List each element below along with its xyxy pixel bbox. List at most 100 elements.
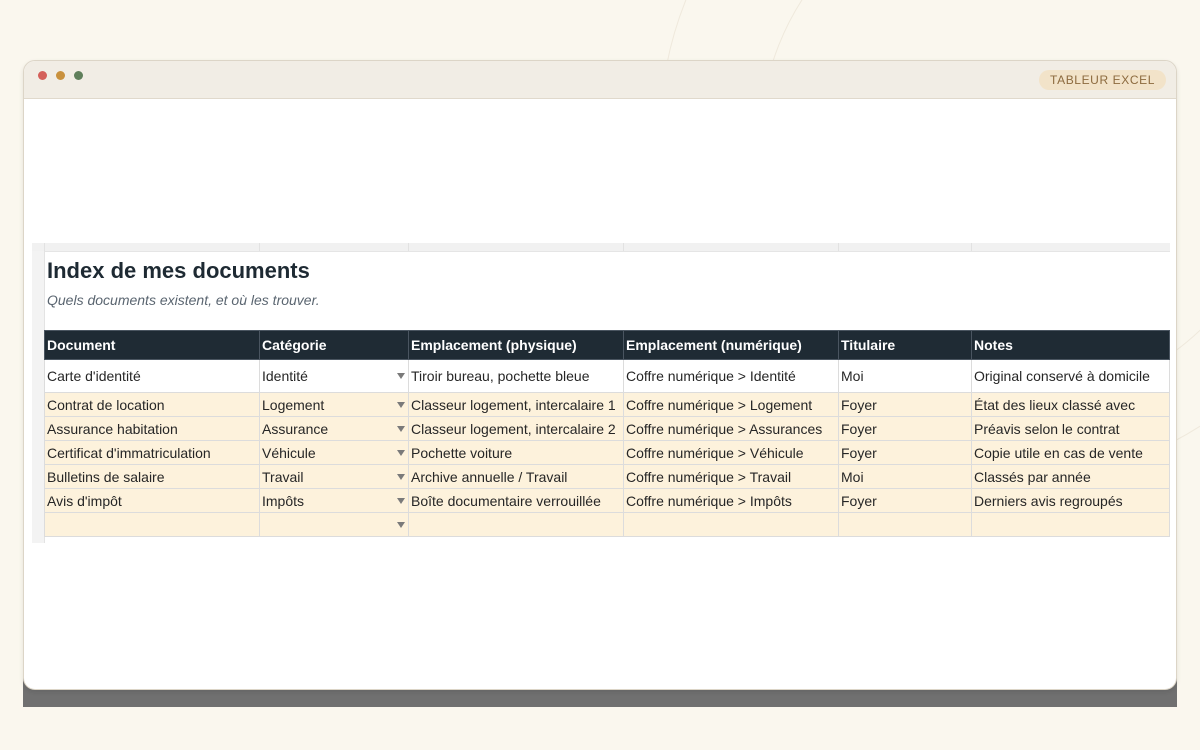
table-row: Avis d'impôt Impôts Boîte documentaire ver… (44, 488, 1170, 513)
title-bar: TABLEUR EXCEL (24, 61, 1176, 99)
dropdown-arrow-icon[interactable] (397, 521, 405, 528)
cell-digital-location[interactable]: Coffre numérique > Véhicule (623, 440, 839, 465)
cell-physical-location[interactable] (408, 512, 624, 537)
column-header-document[interactable]: Document (44, 330, 260, 360)
cell-category[interactable]: Identité (259, 359, 409, 393)
cell-physical-location[interactable]: Tiroir bureau, pochette bleue (408, 359, 624, 393)
cell-notes[interactable]: Copie utile en cas de vente (971, 440, 1170, 465)
cell-value: Moi (841, 368, 864, 384)
cell-holder[interactable]: Foyer (838, 440, 972, 465)
cell-physical-location[interactable]: Classeur logement, intercalaire 1 (408, 392, 624, 417)
minimize-window-button[interactable] (56, 71, 65, 80)
cell-value: Foyer (841, 492, 877, 509)
app-window: TABLEUR EXCEL Index de mes documents Que… (23, 60, 1177, 690)
cell-document[interactable]: Contrat de location (44, 392, 260, 417)
cell-value: Coffre numérique > Assurances (626, 420, 823, 437)
cell-value: Tiroir bureau, pochette bleue (411, 368, 590, 384)
column-header-category[interactable]: Catégorie (259, 330, 409, 360)
cell-holder[interactable]: Foyer (838, 488, 972, 513)
cell-value: Pochette voiture (411, 444, 513, 461)
cell-holder[interactable]: Foyer (838, 416, 972, 441)
cell-value: Archive annuelle / Travail (411, 468, 568, 485)
cell-value: Original conservé à domicile (974, 368, 1150, 384)
cell-digital-location[interactable]: Coffre numérique > Travail (623, 464, 839, 489)
cell-document[interactable]: Certificat d'immatriculation (44, 440, 260, 465)
cell-notes[interactable]: Derniers avis regroupés (971, 488, 1170, 513)
cell-document[interactable]: Avis d'impôt (44, 488, 260, 513)
cell-digital-location[interactable] (623, 512, 839, 537)
cell-physical-location[interactable]: Classeur logement, intercalaire 2 (408, 416, 624, 441)
cell-category[interactable] (259, 512, 409, 537)
cell-document[interactable]: Bulletins de salaire (44, 464, 260, 489)
sheet-subtitle: Quels documents existent, et où les trou… (47, 292, 320, 308)
table-row: Assurance habitation Assurance Classeur lo… (44, 416, 1170, 441)
cell-category[interactable]: Logement (259, 392, 409, 417)
table-row: Carte d'identité Identité Tiroir bureau, p… (44, 359, 1170, 393)
dropdown-arrow-icon[interactable] (397, 497, 405, 504)
cell-category[interactable]: Véhicule (259, 440, 409, 465)
cell-notes[interactable]: État des lieux classé avec (971, 392, 1170, 417)
cell-notes[interactable]: Préavis selon le contrat (971, 416, 1170, 441)
cell-holder[interactable]: Moi (838, 464, 972, 489)
cell-value: Travail (262, 468, 304, 485)
cell-value: Foyer (841, 444, 877, 461)
cell-notes[interactable]: Classés par année (971, 464, 1170, 489)
cell-value: Logement (262, 396, 325, 413)
cell-notes[interactable] (971, 512, 1170, 537)
cell-document[interactable]: Assurance habitation (44, 416, 260, 441)
dropdown-arrow-icon[interactable] (397, 425, 405, 432)
cell-value: Coffre numérique > Identité (626, 368, 796, 384)
cell-document[interactable]: Carte d'identité (44, 359, 260, 393)
table-header-row: Document Catégorie Emplacement (physique… (44, 330, 1170, 360)
cell-document[interactable] (44, 512, 260, 537)
dropdown-arrow-icon[interactable] (397, 401, 405, 408)
cell-value: Foyer (841, 396, 877, 413)
column-header-holder[interactable]: Titulaire (838, 330, 972, 360)
sheet-title: Index de mes documents (47, 258, 310, 283)
cell-value: Coffre numérique > Travail (626, 468, 792, 485)
cell-value: Avis d'impôt (47, 492, 122, 509)
close-window-button[interactable] (38, 71, 47, 80)
cell-value: Préavis selon le contrat (974, 420, 1120, 437)
cell-value: Foyer (841, 420, 877, 437)
cell-value: Derniers avis regroupés (974, 492, 1123, 509)
cell-digital-location[interactable]: Coffre numérique > Logement (623, 392, 839, 417)
dropdown-arrow-icon[interactable] (397, 373, 405, 379)
cell-value: Coffre numérique > Impôts (626, 492, 792, 509)
frozen-header-strip (32, 243, 1170, 252)
cell-value: Bulletins de salaire (47, 468, 165, 485)
cell-notes[interactable]: Original conservé à domicile (971, 359, 1170, 393)
cell-value: État des lieux classé avec (974, 396, 1136, 413)
column-header-physical-location[interactable]: Emplacement (physique) (408, 330, 624, 360)
zoom-window-button[interactable] (74, 71, 83, 80)
dropdown-arrow-icon[interactable] (397, 449, 405, 456)
cell-holder[interactable]: Moi (838, 359, 972, 393)
cell-digital-location[interactable]: Coffre numérique > Identité (623, 359, 839, 393)
cell-holder[interactable]: Foyer (838, 392, 972, 417)
table-row: Bulletins de salaire Travail Archive annue… (44, 464, 1170, 489)
dropdown-arrow-icon[interactable] (397, 473, 405, 480)
cell-value: Véhicule (262, 444, 316, 461)
column-header-digital-location[interactable]: Emplacement (numérique) (623, 330, 839, 360)
cell-value: Boîte documentaire verrouillée (411, 492, 601, 509)
cell-category[interactable]: Travail (259, 464, 409, 489)
table-row (44, 512, 1170, 537)
cell-category[interactable]: Assurance (259, 416, 409, 441)
cell-value: Carte d'identité (47, 368, 141, 384)
cell-physical-location[interactable]: Archive annuelle / Travail (408, 464, 624, 489)
column-header-notes[interactable]: Notes (971, 330, 1170, 360)
cell-value: Identité (262, 368, 308, 384)
table-row: Certificat d'immatriculation Véhicule Poch… (44, 440, 1170, 465)
cell-digital-location[interactable]: Coffre numérique > Impôts (623, 488, 839, 513)
cell-value: Contrat de location (47, 396, 165, 413)
cell-physical-location[interactable]: Pochette voiture (408, 440, 624, 465)
cell-category[interactable]: Impôts (259, 488, 409, 513)
cell-physical-location[interactable]: Boîte documentaire verrouillée (408, 488, 624, 513)
app-label-badge: TABLEUR EXCEL (1039, 70, 1166, 90)
cell-value: Impôts (262, 492, 305, 509)
cell-value: Copie utile en cas de vente (974, 444, 1143, 461)
cell-value: Classeur logement, intercalaire 1 (411, 396, 616, 413)
cell-value: Classés par année (974, 468, 1091, 485)
cell-holder[interactable] (838, 512, 972, 537)
cell-digital-location[interactable]: Coffre numérique > Assurances (623, 416, 839, 441)
